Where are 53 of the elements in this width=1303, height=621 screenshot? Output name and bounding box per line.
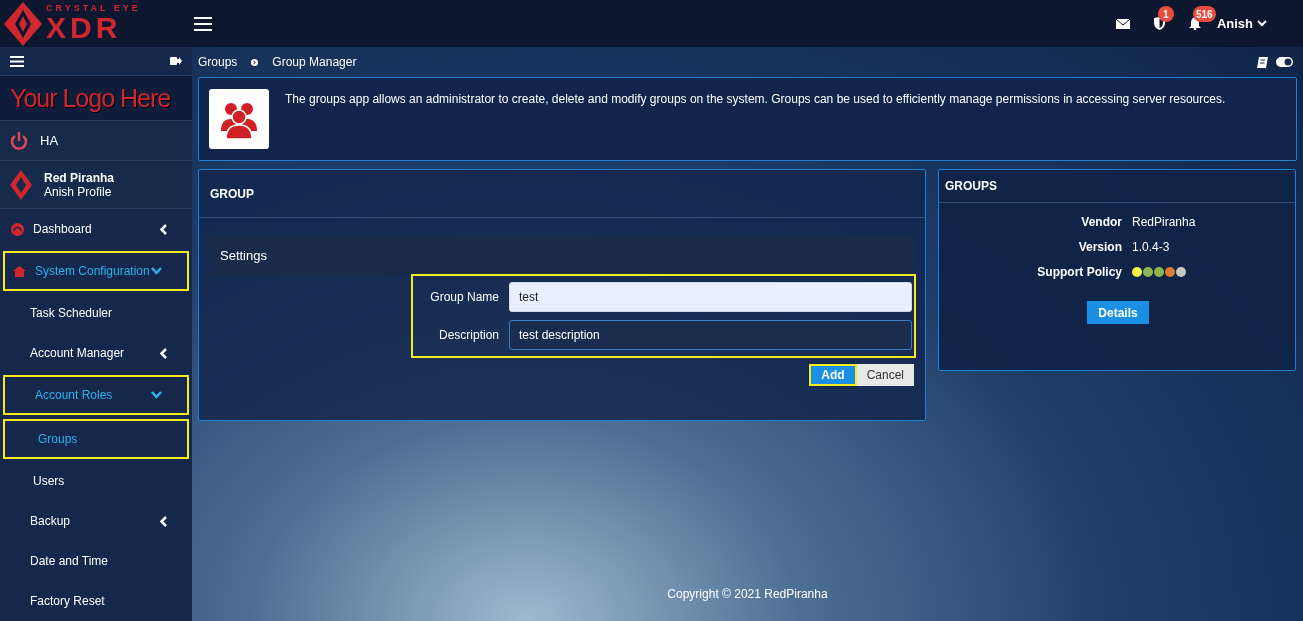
chevron-down-icon (1257, 20, 1267, 27)
section-header: Settings (210, 237, 914, 275)
field-label: Description (437, 327, 499, 344)
logout-icon[interactable] (170, 56, 182, 67)
power-icon[interactable] (10, 131, 28, 150)
chevron-down-icon (151, 267, 162, 275)
ha-label: HA (40, 131, 59, 150)
chevron-left-icon (160, 223, 167, 235)
menu-icon[interactable] (10, 55, 24, 67)
chevron-left-icon (160, 347, 167, 359)
info-label: Vendor (1080, 214, 1122, 231)
profile-subtitle: Anish Profile (44, 184, 113, 199)
gauge-icon (11, 222, 24, 236)
sidebar-item[interactable]: System Configuration (3, 251, 189, 291)
cancel-button[interactable]: Cancel (856, 364, 914, 386)
logo-wordmark: XDR (46, 13, 123, 43)
sidebar-item[interactable]: Backup (0, 501, 192, 541)
field-label: Group Name (429, 289, 499, 306)
toggle-icon[interactable] (1276, 57, 1293, 67)
logo-tagline: CRYSTAL EYE (46, 4, 141, 13)
info-value: RedPiranha (1132, 214, 1197, 231)
chevron-down-icon (151, 391, 162, 399)
sidebar-item[interactable]: Factory Reset (0, 581, 192, 621)
info-label: Support Policy (1036, 264, 1122, 281)
sidebar-item[interactable]: Task Scheduler (0, 293, 192, 333)
input-field[interactable]: test description (509, 320, 912, 350)
description-text: The groups app allows an administrator to create, delete and modify groups on the system. Groups can be used to efficiently manage permissions in accessing server resources. (285, 91, 1226, 108)
circle-arrow-icon (251, 58, 259, 66)
sidebar-item[interactable]: Account Manager (0, 333, 192, 373)
menu-icon[interactable] (194, 16, 212, 31)
mail-icon[interactable] (1115, 18, 1130, 29)
copyright-text: Copyright © 2021 RedPiranha (666, 586, 829, 603)
sidebar-item[interactable]: Account Roles (3, 375, 189, 415)
profile-name: Red Piranha (44, 170, 115, 185)
brand-logo-text: Your Logo Here (10, 82, 171, 114)
sidebar-item[interactable]: Date and Time (0, 541, 192, 581)
sidebar-item[interactable]: Groups (3, 419, 189, 459)
logo-icon (10, 169, 32, 200)
sidebar-item[interactable]: Users (0, 461, 192, 501)
home-icon (13, 265, 26, 277)
book-icon[interactable] (1257, 56, 1268, 68)
notification-badge: 1 (1157, 6, 1174, 22)
breadcrumb-item[interactable]: Groups (198, 53, 238, 71)
panel-title: GROUPS (945, 178, 997, 195)
chevron-left-icon (160, 515, 167, 527)
info-value: 1.0.4-3 (1132, 239, 1171, 256)
notification-badge: 516 (1192, 6, 1216, 22)
breadcrumb-item[interactable]: Group Manager (272, 53, 357, 71)
sidebar-item[interactable]: Dashboard (0, 209, 192, 249)
panel-title: GROUP (210, 185, 254, 203)
user-menu[interactable]: Anish (1216, 13, 1267, 34)
input-field[interactable]: test (509, 282, 912, 312)
info-label: Version (1077, 239, 1122, 256)
